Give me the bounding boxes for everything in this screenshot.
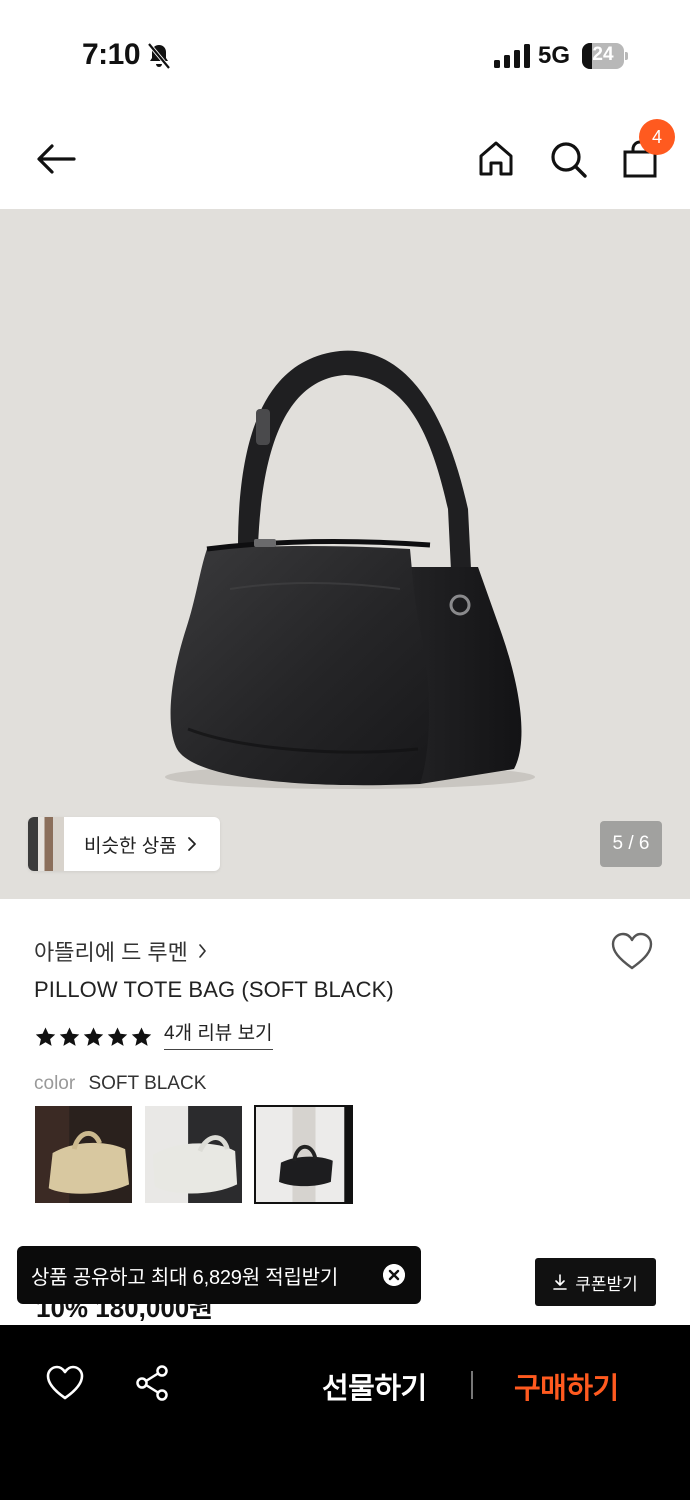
share-icon[interactable]	[133, 1365, 173, 1401]
color-row: color SOFT BLACK	[34, 1073, 206, 1095]
color-swatches	[34, 1105, 364, 1204]
swatch-soft-black[interactable]	[254, 1105, 353, 1204]
bottom-bar-divider	[471, 1371, 473, 1399]
chevron-right-icon	[187, 837, 196, 851]
coupon-label: 쿠폰받기	[575, 1274, 638, 1294]
star-rating	[34, 1026, 154, 1048]
heart-outline-icon[interactable]	[45, 1365, 85, 1401]
swatch-beige[interactable]	[34, 1105, 133, 1204]
similar-products-label: 비슷한 상품	[84, 835, 177, 857]
product-title: PILLOW TOTE BAG (SOFT BLACK)	[34, 977, 394, 1002]
color-label: color	[34, 1073, 76, 1094]
product-image-gallery[interactable]: 비슷한 상품 5 / 6	[0, 209, 690, 899]
status-bar: 7:10 5G 24	[0, 0, 690, 110]
swatch-white[interactable]	[144, 1105, 243, 1204]
coupon-download-button[interactable]: 쿠폰받기	[535, 1258, 656, 1306]
product-photo	[165, 350, 535, 789]
rating-row: 4개 리뷰 보기	[34, 1024, 273, 1050]
heart-outline-icon[interactable]	[610, 932, 654, 972]
signal-icon	[494, 44, 530, 68]
color-value: SOFT BLACK	[88, 1073, 207, 1094]
download-icon	[553, 1274, 568, 1290]
gallery-page-indicator: 5 / 6	[600, 821, 662, 867]
similar-products-thumbnail	[28, 817, 64, 871]
battery-level: 24	[592, 44, 614, 65]
star-icon	[131, 1027, 152, 1046]
star-icon	[35, 1027, 56, 1046]
buy-now-button[interactable]: 구매하기	[514, 1365, 619, 1407]
share-reward-text: 상품 공유하고 최대 6,829원 적립받기	[31, 1266, 339, 1289]
star-icon	[59, 1027, 80, 1046]
star-icon	[83, 1027, 104, 1046]
reviews-link[interactable]: 4개 리뷰 보기	[164, 1024, 273, 1050]
similar-products-button[interactable]: 비슷한 상품	[28, 817, 220, 871]
home-icon[interactable]	[472, 135, 520, 183]
search-icon[interactable]	[544, 135, 592, 183]
bottom-action-bar: 선물하기 구매하기	[0, 1325, 690, 1500]
back-arrow-icon[interactable]	[32, 135, 80, 183]
brand-name: 아뜰리에 드 루멘	[34, 940, 188, 965]
share-reward-toast[interactable]: 상품 공유하고 최대 6,829원 적립받기	[17, 1246, 421, 1304]
bell-off-icon	[147, 42, 171, 70]
top-navigation	[0, 110, 690, 210]
gift-button[interactable]: 선물하기	[322, 1365, 427, 1407]
brand-link[interactable]: 아뜰리에 드 루멘	[34, 935, 207, 967]
chevron-right-icon	[199, 944, 206, 958]
cart-count-badge: 4	[639, 119, 675, 155]
close-circle-icon[interactable]	[383, 1264, 405, 1286]
status-time: 7:10	[82, 38, 141, 71]
network-label: 5G	[538, 42, 571, 69]
star-icon	[107, 1027, 128, 1046]
battery-icon: 24	[582, 43, 628, 69]
